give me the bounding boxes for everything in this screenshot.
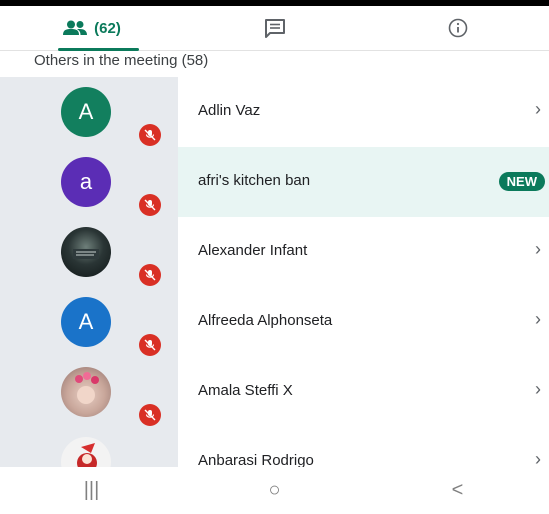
participant-row[interactable]: Amala Steffi X ›: [0, 357, 549, 427]
chevron-right-icon[interactable]: ›: [535, 99, 541, 120]
participant-row[interactable]: A Alfreeda Alphonseta ›: [0, 287, 549, 357]
chevron-right-icon[interactable]: ›: [535, 239, 541, 260]
tab-people[interactable]: (62): [0, 6, 183, 51]
recents-button[interactable]: |||: [52, 476, 132, 506]
mic-off-icon: [139, 264, 161, 286]
participant-list[interactable]: A Adlin Vaz › a afri's kitchen ban NEW A…: [0, 77, 549, 467]
info-icon: [448, 18, 467, 38]
mic-off-icon: [139, 334, 161, 356]
avatar-photo: [61, 367, 111, 417]
back-button[interactable]: <: [418, 476, 498, 506]
participant-name: Anbarasi Rodrigo: [198, 452, 314, 467]
people-count: (62): [94, 19, 121, 37]
participant-row[interactable]: Anbarasi Rodrigo ›: [0, 427, 549, 467]
chevron-right-icon[interactable]: ›: [535, 309, 541, 330]
avatar: A: [61, 297, 111, 347]
participant-name: Amala Steffi X: [198, 382, 293, 399]
tab-chat[interactable]: [183, 6, 366, 50]
system-navigation-bar: ||| ○ <: [0, 467, 549, 514]
participant-name: Alfreeda Alphonseta: [198, 312, 333, 329]
avatar: A: [61, 87, 111, 137]
participant-row[interactable]: Alexander Infant ›: [0, 217, 549, 287]
participant-row[interactable]: A Adlin Vaz ›: [0, 77, 549, 147]
participant-name: Alexander Infant: [198, 242, 308, 259]
participant-row[interactable]: a afri's kitchen ban NEW: [0, 147, 549, 217]
participant-name: afri's kitchen ban: [198, 172, 311, 189]
meeting-tabs: (62): [0, 6, 549, 51]
avatar-photo: [61, 227, 111, 277]
mic-off-icon: [139, 124, 161, 146]
mic-off-icon: [139, 404, 161, 426]
home-button[interactable]: ○: [235, 476, 315, 506]
people-icon: [63, 20, 88, 35]
tab-info[interactable]: [366, 6, 549, 50]
chat-icon: [264, 19, 285, 38]
participant-name: Adlin Vaz: [198, 102, 261, 119]
avatar-photo: [61, 437, 111, 467]
chevron-right-icon[interactable]: ›: [535, 379, 541, 400]
mic-off-icon: [139, 194, 161, 216]
active-tab-indicator: [58, 48, 139, 51]
section-title: Others in the meeting (58): [34, 52, 209, 69]
avatar: a: [61, 157, 111, 207]
chevron-right-icon[interactable]: ›: [535, 449, 541, 467]
new-badge: NEW: [498, 172, 545, 191]
